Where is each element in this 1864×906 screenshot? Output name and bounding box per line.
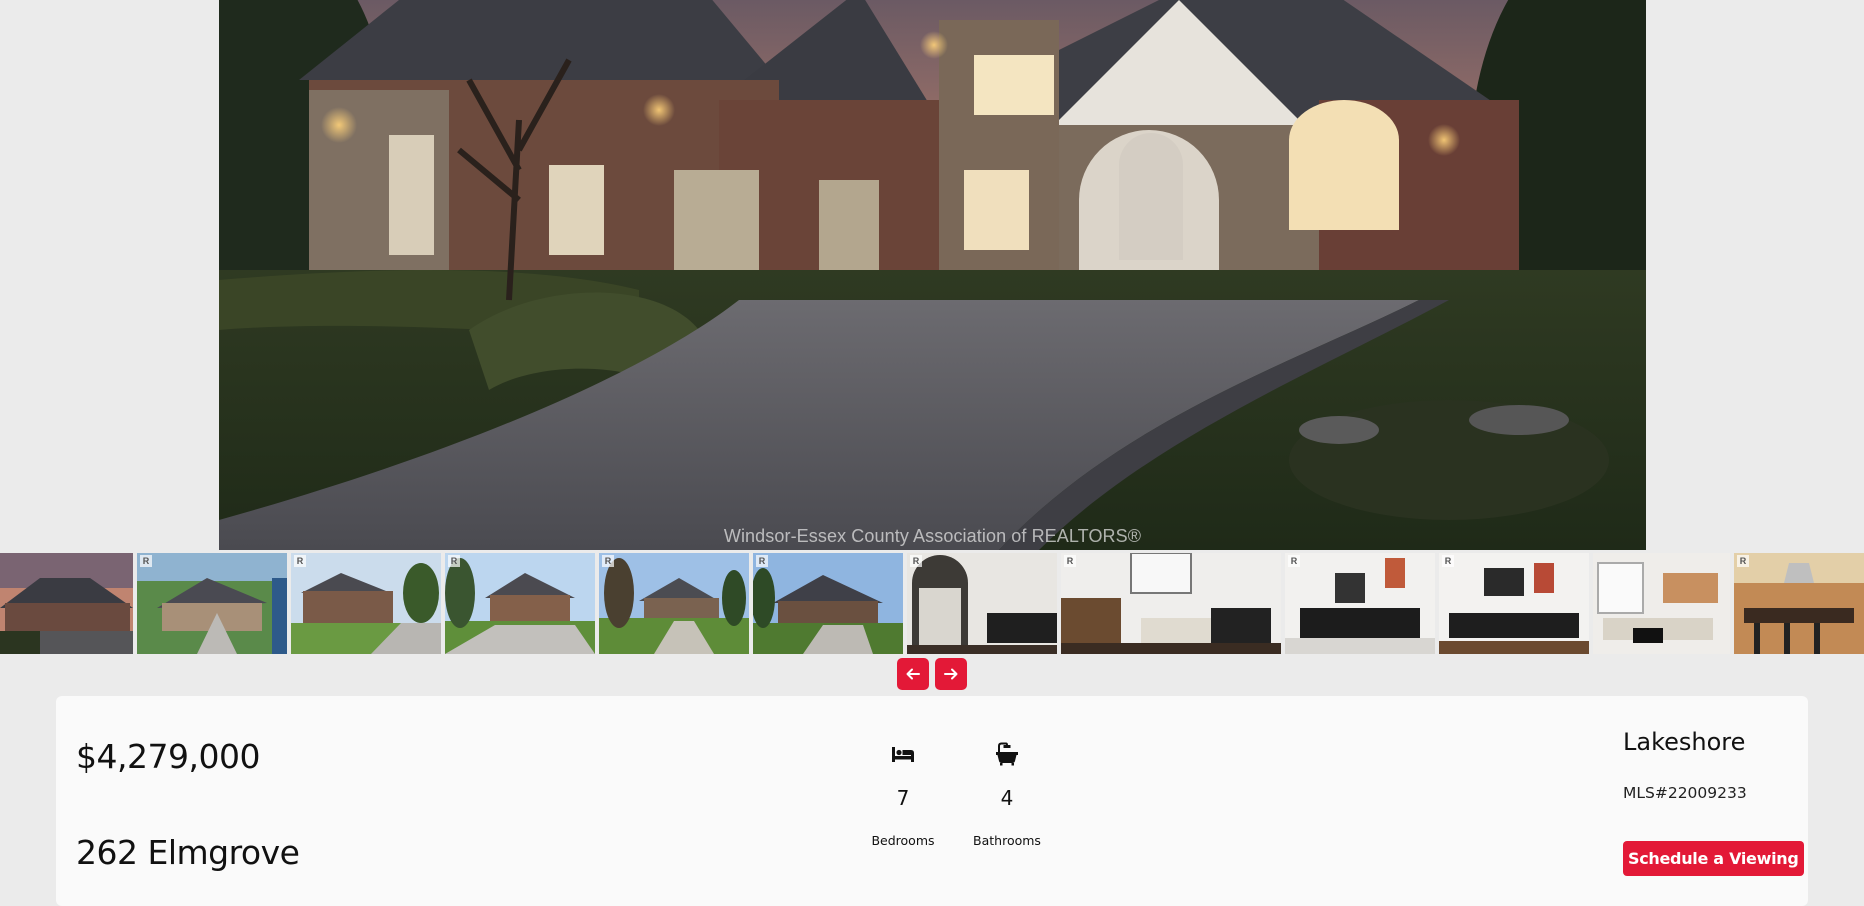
thumbnail-image bbox=[599, 553, 749, 654]
thumbnail-image bbox=[753, 553, 903, 654]
thumbnail-image bbox=[137, 553, 287, 654]
bedrooms-stat: 7 Bedrooms bbox=[858, 740, 948, 848]
next-photo-button[interactable] bbox=[935, 658, 967, 690]
listing-address: 262 Elmgrove bbox=[76, 833, 300, 872]
thumbnail[interactable]: R bbox=[907, 553, 1057, 654]
realtor-badge: R bbox=[602, 555, 614, 567]
thumbnail-image bbox=[907, 553, 1057, 654]
bathrooms-stat: 4 Bathrooms bbox=[962, 740, 1052, 848]
thumbnail-image bbox=[445, 553, 595, 654]
realtor-badge: R bbox=[910, 555, 922, 567]
thumbnail[interactable]: R bbox=[445, 553, 595, 654]
schedule-viewing-button[interactable]: Schedule a Viewing bbox=[1623, 841, 1804, 876]
thumbnail[interactable]: R bbox=[1439, 553, 1589, 654]
thumbnail-image bbox=[1061, 553, 1281, 654]
listing-city: Lakeshore bbox=[1623, 728, 1746, 756]
realtor-badge: R bbox=[1737, 555, 1749, 567]
bathrooms-label: Bathrooms bbox=[973, 833, 1041, 848]
realtor-badge: R bbox=[756, 555, 768, 567]
bedrooms-count: 7 bbox=[896, 786, 910, 810]
hero-photo[interactable]: Windsor-Essex County Association of REAL… bbox=[219, 0, 1646, 550]
listing-details-card: $4,279,000 262 Elmgrove 7 Bedrooms 4 Bat… bbox=[56, 696, 1808, 906]
bedrooms-label: Bedrooms bbox=[871, 833, 935, 848]
hero-house-illustration bbox=[219, 0, 1646, 550]
thumbnail[interactable] bbox=[0, 553, 133, 654]
bed-icon bbox=[892, 747, 914, 762]
thumbnail-strip: R R R R R R R R R R bbox=[0, 553, 1864, 654]
thumbnail[interactable]: R bbox=[753, 553, 903, 654]
thumbnail-image bbox=[1439, 553, 1589, 654]
thumbnail-image bbox=[291, 553, 441, 654]
prev-photo-button[interactable] bbox=[897, 658, 929, 690]
realtor-badge: R bbox=[1288, 555, 1300, 567]
realtor-badge: R bbox=[294, 555, 306, 567]
listing-price: $4,279,000 bbox=[76, 737, 260, 776]
arrow-left-icon bbox=[906, 668, 920, 680]
thumbnail[interactable]: R bbox=[599, 553, 749, 654]
bathrooms-count: 4 bbox=[1000, 786, 1014, 810]
thumbnail-image bbox=[1285, 553, 1435, 654]
photo-watermark: Windsor-Essex County Association of REAL… bbox=[723, 526, 1142, 546]
thumbnail[interactable]: R bbox=[1734, 553, 1864, 654]
thumbnail[interactable]: R bbox=[1061, 553, 1281, 654]
thumbnail-image bbox=[0, 553, 133, 654]
thumbnail[interactable] bbox=[1593, 553, 1730, 654]
thumbnail-image bbox=[1734, 553, 1864, 654]
thumbnail[interactable]: R bbox=[291, 553, 441, 654]
mls-number: MLS#22009233 bbox=[1623, 784, 1747, 802]
bathtub-icon bbox=[996, 742, 1018, 766]
arrow-right-icon bbox=[944, 668, 958, 680]
thumbnail[interactable]: R bbox=[137, 553, 287, 654]
realtor-badge: R bbox=[448, 555, 460, 567]
thumbnail[interactable]: R bbox=[1285, 553, 1435, 654]
realtor-badge: R bbox=[140, 555, 152, 567]
thumbnail-image bbox=[1593, 553, 1730, 654]
realtor-badge: R bbox=[1442, 555, 1454, 567]
realtor-badge: R bbox=[1064, 555, 1076, 567]
